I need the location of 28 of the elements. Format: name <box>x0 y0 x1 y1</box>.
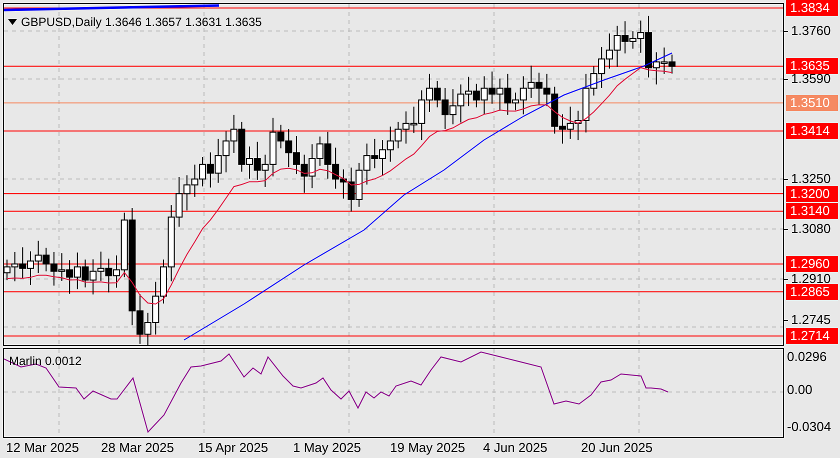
date-axis-label: 4 Jun 2025 <box>483 440 548 456</box>
price-axis-label: 1.3080 <box>790 221 831 237</box>
price-level-label: 1.3414 <box>786 123 838 139</box>
indicator-label: Marlin 0.0012 <box>9 353 82 370</box>
price-level-label: 1.3635 <box>786 58 838 74</box>
price-level-label: 1.3140 <box>786 203 838 219</box>
price-axis-label: 1.2910 <box>790 271 831 286</box>
date-axis-label: 1 May 2025 <box>293 440 361 456</box>
date-axis-label: 20 Jun 2025 <box>581 440 653 456</box>
indicator-axis-label: 0.00 <box>787 382 812 398</box>
indicator-axis-label: 0.0296 <box>787 349 827 365</box>
price-level-label: 1.3200 <box>786 186 838 202</box>
indicator-axis-label: -0.0304 <box>787 419 832 435</box>
price-axis-label: 1.3250 <box>790 171 831 187</box>
price-axis-label: 1.3590 <box>790 71 831 87</box>
date-axis-label: 19 May 2025 <box>390 440 466 456</box>
price-level-label: 1.2960 <box>786 256 838 272</box>
date-axis-label: 12 Mar 2025 <box>6 440 79 456</box>
dropdown-triangle-icon[interactable] <box>8 19 17 25</box>
price-level-label: 1.2865 <box>786 284 838 300</box>
price-axis-label: 1.3760 <box>790 23 831 39</box>
date-axis-label: 15 Apr 2025 <box>198 440 268 456</box>
chart-title: GBPUSD,Daily 1.3646 1.3657 1.3631 1.3635 <box>21 14 262 31</box>
date-axis-label: 28 Mar 2025 <box>101 440 174 456</box>
price-level-label: 1.3834 <box>786 0 838 16</box>
price-level-label: 1.3510 <box>786 95 838 111</box>
price-axis-label: 1.2745 <box>790 312 831 328</box>
price-level-label: 1.2714 <box>786 328 838 344</box>
